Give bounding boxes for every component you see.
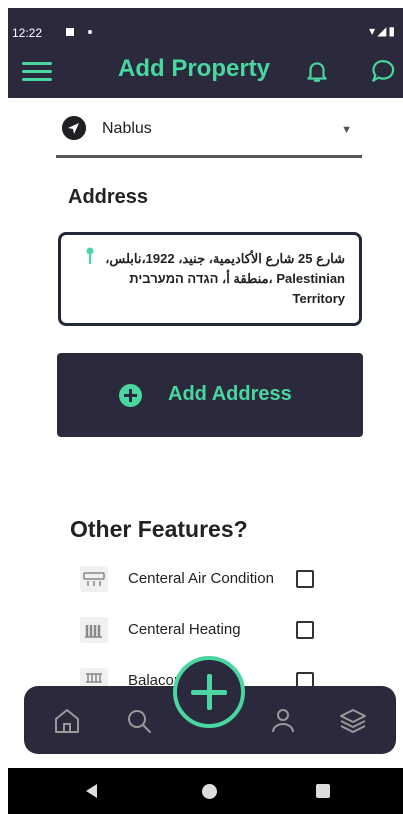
address-display[interactable]: شارع 25 شارع الأكاديمية، جنيد، 1922،نابل… bbox=[58, 232, 362, 326]
feature-checkbox[interactable] bbox=[296, 570, 314, 588]
radiator-icon bbox=[80, 617, 108, 643]
chevron-down-icon: ▼ bbox=[341, 124, 352, 136]
add-address-button[interactable]: Add Address bbox=[57, 353, 363, 437]
feature-row-heating: Centeral Heating bbox=[80, 615, 340, 645]
page-title: Add Property bbox=[118, 55, 271, 82]
feature-label: Centeral Heating bbox=[128, 621, 241, 638]
home-button-icon[interactable] bbox=[202, 784, 217, 799]
feature-checkbox[interactable] bbox=[296, 621, 314, 639]
address-text: شارع 25 شارع الأكاديمية، جنيد، 1922،نابل… bbox=[105, 251, 345, 306]
layers-icon[interactable] bbox=[336, 704, 370, 738]
app-bar: 12:22 ▾◢▮ Add Property bbox=[8, 8, 403, 98]
notification-icon bbox=[66, 28, 74, 36]
recents-icon[interactable] bbox=[316, 784, 330, 798]
status-bar: 12:22 ▾◢▮ bbox=[8, 8, 403, 42]
add-property-fab[interactable] bbox=[173, 656, 245, 728]
feature-row-air-condition: Centeral Air Condition bbox=[80, 564, 340, 594]
air-conditioner-icon bbox=[80, 566, 108, 592]
search-icon[interactable] bbox=[122, 704, 156, 738]
chat-icon[interactable] bbox=[368, 58, 398, 84]
dot-icon bbox=[88, 30, 92, 34]
address-heading: Address bbox=[68, 186, 149, 208]
system-status-icons: ▾◢▮ bbox=[369, 24, 397, 38]
features-heading: Other Features? bbox=[70, 516, 248, 542]
menu-icon[interactable] bbox=[22, 58, 52, 84]
navigation-arrow-icon bbox=[62, 116, 86, 140]
add-address-label: Add Address bbox=[168, 383, 292, 405]
city-select[interactable]: Nablus ▼ bbox=[56, 110, 362, 158]
bell-icon[interactable] bbox=[304, 58, 330, 84]
plus-circle-icon bbox=[119, 384, 142, 407]
back-icon[interactable] bbox=[86, 784, 97, 798]
android-nav-bar bbox=[8, 768, 403, 814]
city-value: Nablus bbox=[102, 120, 152, 137]
profile-icon[interactable] bbox=[266, 704, 300, 738]
feature-label: Centeral Air Condition bbox=[128, 570, 274, 587]
home-icon[interactable] bbox=[50, 704, 84, 738]
status-time: 12:22 bbox=[12, 26, 43, 40]
